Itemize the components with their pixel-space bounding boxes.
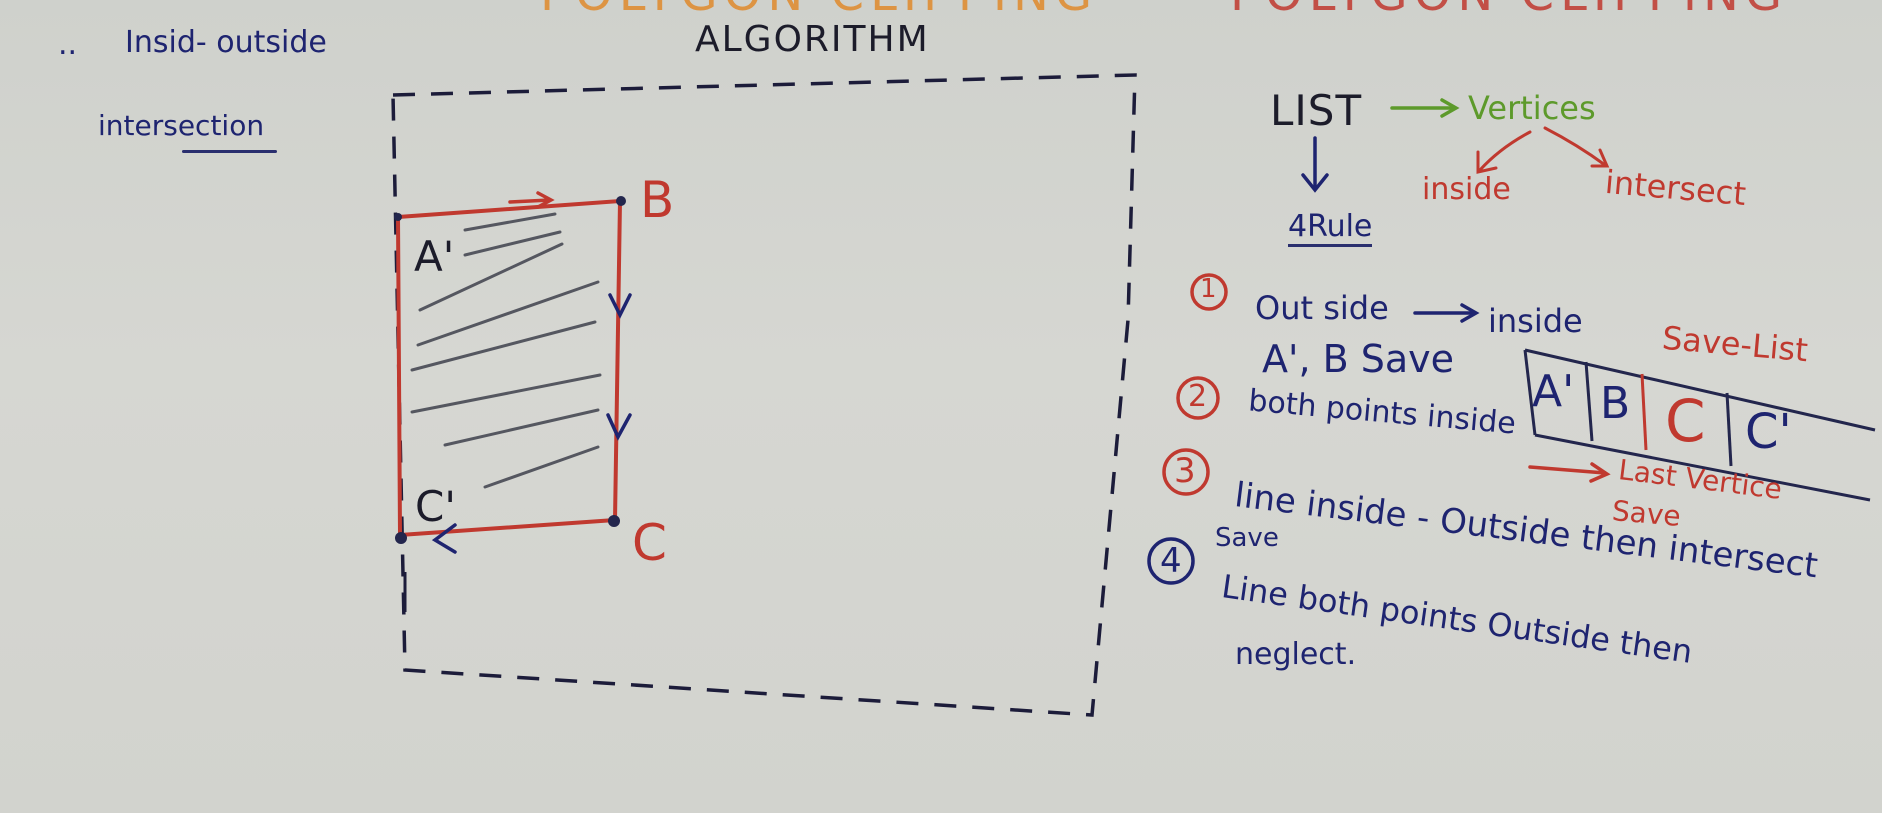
rule-2-arrow bbox=[1528, 462, 1611, 483]
rule-3-number: 3 bbox=[1174, 451, 1196, 491]
vertex-cprime-dot bbox=[395, 532, 407, 544]
save-list-cell-b: B bbox=[1600, 378, 1631, 429]
rule-1-result: inside bbox=[1488, 302, 1583, 340]
label-vertices: Vertices bbox=[1468, 89, 1596, 127]
list-root: LIST bbox=[1270, 86, 1363, 135]
vertex-b-dot bbox=[616, 196, 626, 206]
save-list-cell-cprime: C' bbox=[1745, 404, 1792, 460]
rule-1-number: 1 bbox=[1200, 274, 1217, 304]
rule-4-number: 4 bbox=[1160, 541, 1182, 581]
vertex-aprime-dot bbox=[394, 213, 402, 221]
label-b: B bbox=[640, 171, 675, 229]
rule-1-detail: A', B Save bbox=[1262, 337, 1455, 381]
label-inside: inside bbox=[1422, 172, 1511, 207]
arrow-down-2 bbox=[606, 413, 632, 441]
label-4rule: 4Rule bbox=[1288, 212, 1373, 247]
list-down-arrow bbox=[1301, 136, 1329, 193]
rule-4-detail: neglect. bbox=[1235, 637, 1357, 672]
label-c: C bbox=[632, 514, 667, 572]
rule-1-text: Out side bbox=[1255, 289, 1389, 327]
rule-2-number: 2 bbox=[1188, 379, 1208, 414]
whiteboard: POLYGON CLIPPING POLYGON CLIPPING ALGORI… bbox=[0, 0, 1882, 813]
vertex-c-dot bbox=[608, 515, 620, 527]
label-a-prime: A' bbox=[414, 232, 455, 281]
save-list-cell-aprime: A' bbox=[1532, 366, 1575, 417]
rule-3-detail: Save bbox=[1215, 523, 1279, 553]
save-list-cell-c: C bbox=[1665, 387, 1706, 455]
list-to-vertices-arrow bbox=[1390, 98, 1460, 118]
arrow-top bbox=[508, 191, 555, 209]
rule-1-arrow bbox=[1413, 303, 1480, 323]
label-c-prime: C' bbox=[415, 482, 456, 531]
vertices-branches bbox=[1476, 126, 1610, 174]
